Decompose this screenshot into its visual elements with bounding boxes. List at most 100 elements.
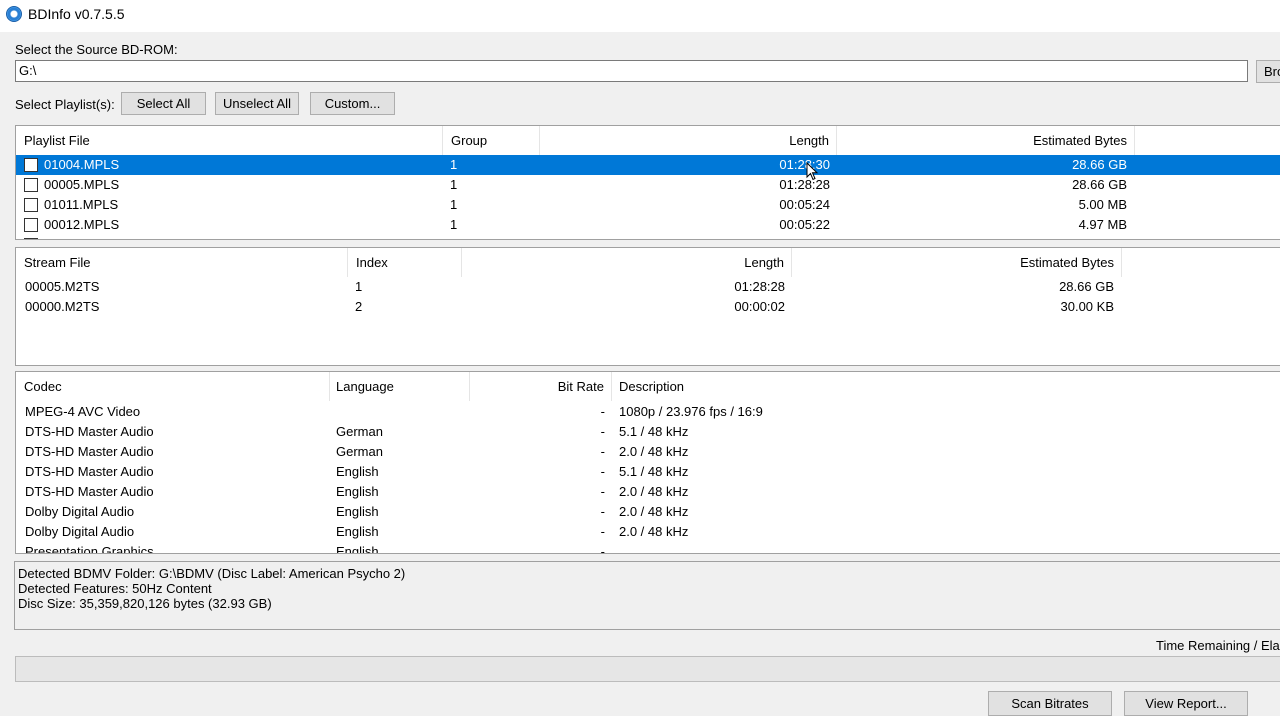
codec-language: English <box>336 524 379 539</box>
playlist-bytes: 28.66 GB <box>1072 177 1127 192</box>
codec-name: MPEG-4 AVC Video <box>25 404 141 419</box>
col-description[interactable]: Description <box>612 372 1280 401</box>
source-path-input[interactable]: G:\ <box>15 60 1248 82</box>
codec-row[interactable]: DTS-HD Master Audio English - 2.0 / 48 k… <box>16 482 1280 502</box>
codec-language: English <box>336 504 379 519</box>
codec-row[interactable]: Dolby Digital Audio English - 2.0 / 48 k… <box>16 502 1280 522</box>
codec-name: DTS-HD Master Audio <box>25 444 154 459</box>
stream-row[interactable]: 00005.M2TS 1 01:28:28 28.66 GB <box>16 277 1280 297</box>
codec-name: Dolby Digital Audio <box>25 504 135 519</box>
playlist-length: 00:05:24 <box>779 197 830 212</box>
info-line: Disc Size: 35,359,820,126 bytes (32.93 G… <box>18 596 272 611</box>
codec-language: German <box>336 424 383 439</box>
codec-description: 1080p / 23.976 fps / 16:9 <box>619 404 763 419</box>
col-stream-file[interactable]: Stream File <box>16 248 348 277</box>
col-stream-length[interactable]: Length <box>462 248 792 277</box>
codec-bitrate: - <box>600 404 605 419</box>
playlist-file: 01004.MPLS <box>44 157 120 172</box>
playlist-list[interactable]: Playlist File Group Length Estimated Byt… <box>15 125 1280 240</box>
disc-icon <box>6 6 22 22</box>
codec-description: 2.0 / 48 kHz <box>619 444 689 459</box>
source-label: Select the Source BD-ROM: <box>15 42 178 57</box>
codec-bitrate: - <box>600 444 605 459</box>
custom-button[interactable]: Custom... <box>310 92 395 115</box>
mouse-cursor-icon <box>806 162 819 181</box>
col-estimated-bytes[interactable]: Estimated Bytes <box>837 126 1135 155</box>
playlist-file: 01011.MPLS <box>44 197 119 212</box>
time-remaining-label: Time Remaining / Elap <box>1156 638 1280 653</box>
scan-bitrates-button[interactable]: Scan Bitrates <box>988 691 1112 716</box>
codec-row[interactable]: DTS-HD Master Audio English - 5.1 / 48 k… <box>16 462 1280 482</box>
stream-list[interactable]: Stream File Index Length Estimated Bytes… <box>15 247 1280 366</box>
codec-bitrate: - <box>600 424 605 439</box>
playlist-row[interactable]: 00005.MPLS 1 01:28:28 28.66 GB <box>16 175 1280 195</box>
codec-row[interactable]: MPEG-4 AVC Video - 1080p / 23.976 fps / … <box>16 402 1280 422</box>
codec-description: 2.0 / 48 kHz <box>619 504 689 519</box>
codec-language: English <box>336 484 379 499</box>
info-line: Detected Features: 50Hz Content <box>18 581 212 596</box>
playlist-bytes: 5.00 MB <box>1078 197 1127 212</box>
playlist-length: 01:28:30 <box>779 157 830 172</box>
playlist-file: 00005.MPLS <box>44 177 120 192</box>
select-playlists-label: Select Playlist(s): <box>15 97 115 112</box>
codec-bitrate: - <box>600 544 605 554</box>
col-language[interactable]: Language <box>330 372 470 401</box>
codec-row[interactable]: DTS-HD Master Audio German - 5.1 / 48 kH… <box>16 422 1280 442</box>
col-bit-rate[interactable]: Bit Rate <box>470 372 612 401</box>
view-report-button[interactable]: View Report... <box>1124 691 1248 716</box>
codec-name: DTS-HD Master Audio <box>25 464 154 479</box>
codec-row[interactable]: DTS-HD Master Audio German - 2.0 / 48 kH… <box>16 442 1280 462</box>
codec-list[interactable]: Codec Language Bit Rate Description MPEG… <box>15 371 1280 554</box>
playlist-checkbox[interactable] <box>24 198 38 212</box>
codec-bitrate: - <box>600 524 605 539</box>
codec-name: DTS-HD Master Audio <box>25 484 154 499</box>
stream-file: 00005.M2TS <box>25 279 100 294</box>
browse-button[interactable]: Bro <box>1256 60 1280 83</box>
playlist-row[interactable]: 01011.MPLS 1 00:05:24 5.00 MB <box>16 195 1280 215</box>
playlist-checkbox[interactable] <box>24 158 38 172</box>
playlist-row-partial[interactable] <box>16 235 1280 239</box>
codec-name: DTS-HD Master Audio <box>25 424 154 439</box>
codec-name: Dolby Digital Audio <box>25 524 135 539</box>
codec-row[interactable]: Presentation Graphics English - <box>16 542 1280 554</box>
playlist-checkbox[interactable] <box>24 238 38 239</box>
codec-bitrate: - <box>600 464 605 479</box>
playlist-bytes: 4.97 MB <box>1078 217 1127 232</box>
playlist-length: 00:05:22 <box>779 217 830 232</box>
codec-language: English <box>336 464 379 479</box>
stream-file: 00000.M2TS <box>25 299 100 314</box>
stream-row[interactable]: 00000.M2TS 2 00:00:02 30.00 KB <box>16 297 1280 317</box>
stream-bytes: 30.00 KB <box>1060 299 1115 314</box>
disc-info-textbox[interactable]: Detected BDMV Folder: G:\BDMV (Disc Labe… <box>14 561 1280 630</box>
playlist-row[interactable]: 00012.MPLS 1 00:05:22 4.97 MB <box>16 215 1280 235</box>
codec-description: 5.1 / 48 kHz <box>619 424 689 439</box>
unselect-all-button[interactable]: Unselect All <box>215 92 299 115</box>
codec-bitrate: - <box>600 504 605 519</box>
col-playlist-file[interactable]: Playlist File <box>16 126 443 155</box>
playlist-row[interactable]: 01004.MPLS 1 01:28:30 28.66 GB <box>16 155 1280 175</box>
col-codec[interactable]: Codec <box>16 372 330 401</box>
playlist-checkbox[interactable] <box>24 218 38 232</box>
stream-bytes: 28.66 GB <box>1059 279 1114 294</box>
codec-row[interactable]: Dolby Digital Audio English - 2.0 / 48 k… <box>16 522 1280 542</box>
codec-description: 5.1 / 48 kHz <box>619 464 689 479</box>
col-stream-bytes[interactable]: Estimated Bytes <box>792 248 1122 277</box>
stream-index: 1 <box>355 279 363 294</box>
col-group[interactable]: Group <box>443 126 540 155</box>
playlist-checkbox[interactable] <box>24 178 38 192</box>
playlist-bytes: 28.66 GB <box>1072 157 1127 172</box>
playlist-group: 1 <box>450 157 458 172</box>
title-bar: BDInfo v0.7.5.5 <box>0 0 1280 32</box>
col-length[interactable]: Length <box>540 126 837 155</box>
stream-length: 00:00:02 <box>734 299 785 314</box>
info-line: Detected BDMV Folder: G:\BDMV (Disc Labe… <box>18 566 406 581</box>
scan-progress-bar <box>15 656 1280 682</box>
codec-language: German <box>336 444 383 459</box>
codec-bitrate: - <box>600 484 605 499</box>
col-index[interactable]: Index <box>348 248 462 277</box>
select-all-button[interactable]: Select All <box>121 92 206 115</box>
playlist-group: 1 <box>450 197 458 212</box>
window-title: BDInfo v0.7.5.5 <box>28 6 125 22</box>
playlist-length: 01:28:28 <box>779 177 830 192</box>
codec-name: Presentation Graphics <box>25 544 154 554</box>
